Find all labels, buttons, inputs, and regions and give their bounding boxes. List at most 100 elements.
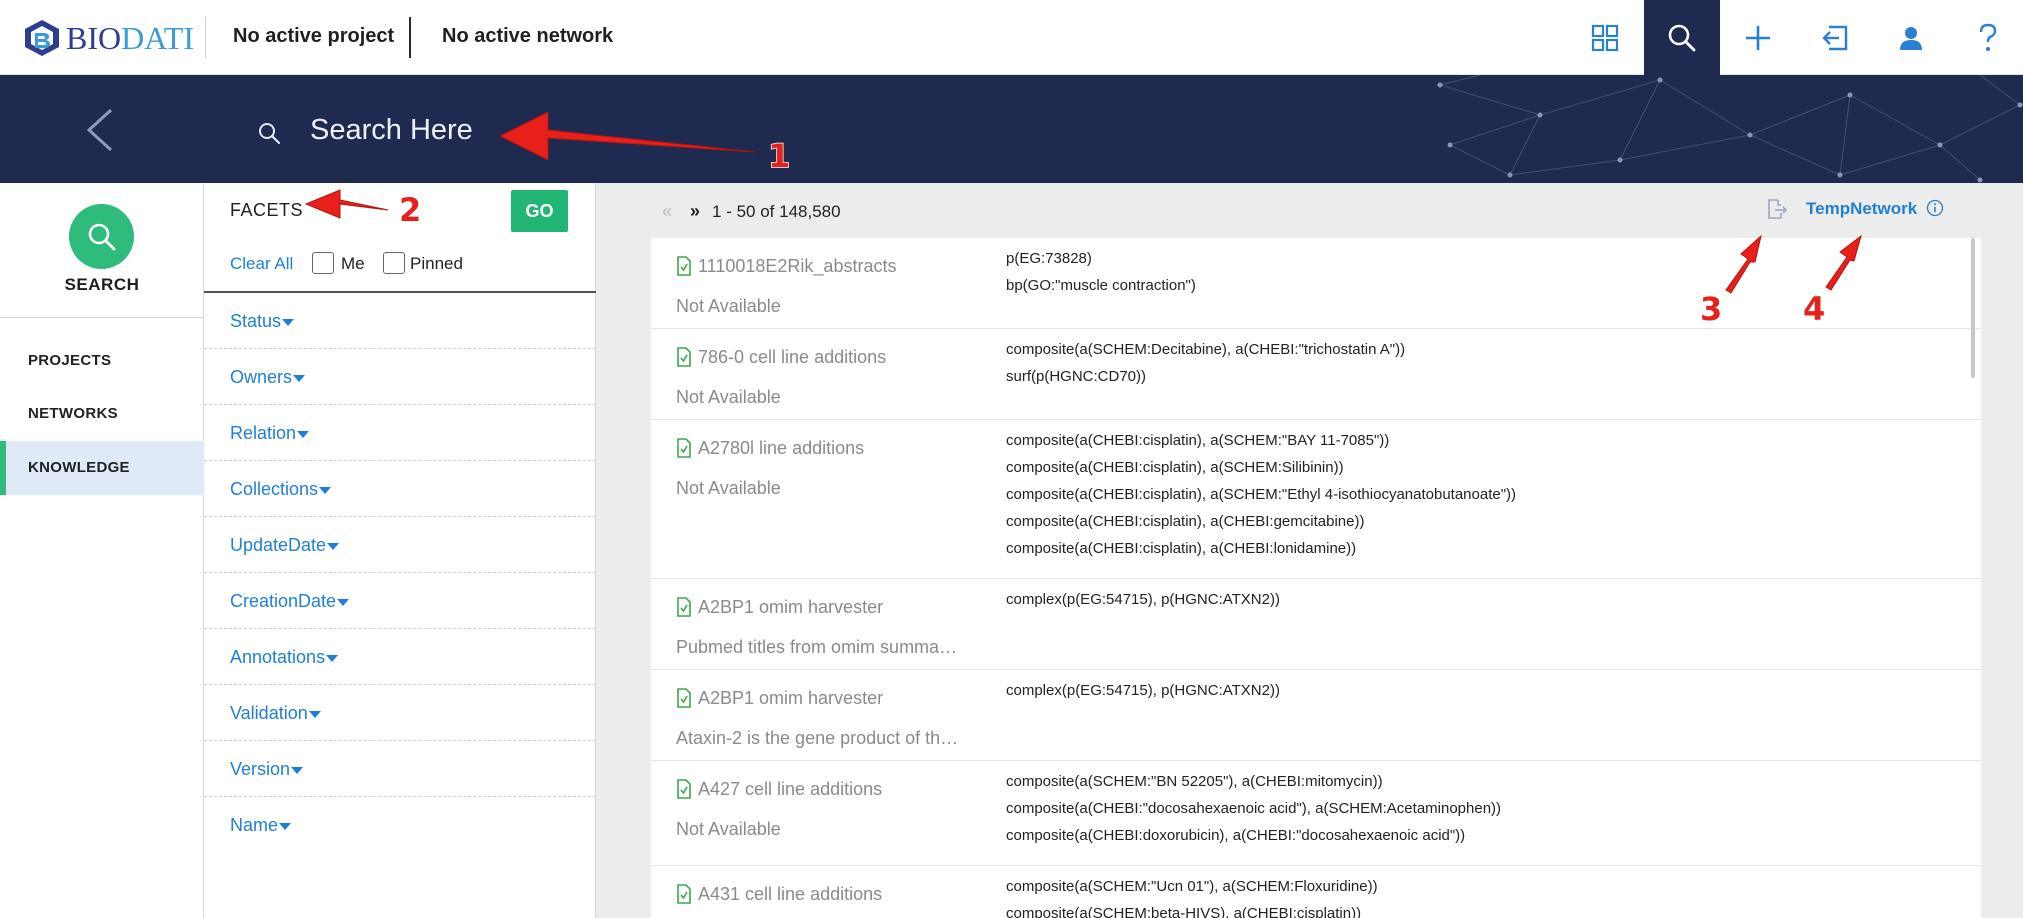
prev-page-button[interactable]: « bbox=[662, 201, 672, 221]
facet-row[interactable]: Name bbox=[204, 797, 596, 853]
search-input[interactable] bbox=[310, 105, 1010, 155]
facet-label[interactable]: Validation bbox=[230, 703, 308, 724]
divider bbox=[205, 17, 206, 58]
bel-statement: p(EG:73828) bbox=[1006, 250, 1092, 267]
nav-item-projects[interactable]: PROJECTS bbox=[0, 334, 204, 388]
result-description: Ataxin-2 is the gene product of th… bbox=[676, 728, 959, 748]
facet-row[interactable]: Annotations bbox=[204, 629, 596, 685]
results-panel: « » 1 - 50 of 148,580 TempNetwork 1110018E… bbox=[596, 183, 2023, 918]
clear-all-link[interactable]: Clear All bbox=[230, 254, 293, 274]
facet-row[interactable]: Collections bbox=[204, 461, 596, 517]
sign-in-icon bbox=[1822, 25, 1848, 50]
result-description: Not Available bbox=[676, 387, 781, 407]
result-row[interactable]: A2BP1 omim harvester Ataxin-2 is the gene… bbox=[651, 670, 1981, 761]
result-row[interactable]: A2780l line additions Not Available compos… bbox=[651, 420, 1981, 579]
result-description: Not Available bbox=[676, 478, 781, 498]
back-arrow-icon[interactable] bbox=[83, 106, 119, 154]
logo-text-dati: DATI bbox=[121, 19, 194, 56]
result-title[interactable]: A431 cell line additions bbox=[698, 884, 882, 905]
help-icon bbox=[1979, 23, 1997, 51]
document-check-icon bbox=[677, 884, 691, 904]
grid-icon bbox=[1591, 24, 1619, 51]
results-scrollbar[interactable] bbox=[1971, 238, 1975, 378]
search-nav-block[interactable]: SEARCH bbox=[0, 183, 204, 318]
facet-label[interactable]: Name bbox=[230, 815, 278, 836]
search-icon bbox=[1668, 24, 1696, 51]
apps-grid-button[interactable] bbox=[1567, 0, 1643, 75]
facet-row[interactable]: Status bbox=[204, 293, 596, 349]
result-row[interactable]: A431 cell line additionsNot Availablecom… bbox=[651, 866, 1981, 918]
bel-statement: composite(a(CHEBI:cisplatin), a(CHEBI:lo… bbox=[1006, 540, 1357, 557]
statement-list: composite(a(CHEBI:cisplatin), a(SCHEM:"B… bbox=[1006, 432, 1516, 567]
next-page-button[interactable]: » bbox=[690, 201, 700, 221]
result-title[interactable]: A2BP1 omim harvester bbox=[698, 597, 883, 618]
pagination: « » 1 - 50 of 148,580 bbox=[662, 201, 841, 222]
facet-label[interactable]: Version bbox=[230, 759, 290, 780]
facet-label[interactable]: Owners bbox=[230, 367, 292, 388]
divider bbox=[409, 17, 411, 58]
bel-statement: bp(GO:"muscle contraction") bbox=[1006, 277, 1196, 294]
facet-label[interactable]: Collections bbox=[230, 479, 318, 500]
result-row[interactable]: 1110018E2Rik_abstracts Not Available p(EG:… bbox=[651, 238, 1981, 329]
facet-row[interactable]: Relation bbox=[204, 405, 596, 461]
result-title[interactable]: 786-0 cell line additions bbox=[698, 347, 886, 368]
facet-row[interactable]: Version bbox=[204, 741, 596, 797]
facet-label[interactable]: Annotations bbox=[230, 647, 325, 668]
bel-statement: composite(a(CHEBI:cisplatin), a(SCHEM:"E… bbox=[1006, 486, 1517, 503]
statement-list: composite(a(SCHEM:Decitabine), a(CHEBI:"… bbox=[1006, 341, 1405, 395]
user-button[interactable] bbox=[1873, 0, 1949, 75]
bel-statement: composite(a(CHEBI:doxorubicin), a(CHEBI:… bbox=[1006, 827, 1466, 844]
caret-down-icon bbox=[279, 823, 291, 830]
export-icon[interactable] bbox=[1765, 197, 1789, 221]
nav-item-networks[interactable]: NETWORKS bbox=[0, 387, 204, 441]
help-button[interactable] bbox=[1950, 0, 2023, 75]
pinned-checkbox[interactable] bbox=[383, 252, 405, 274]
logo-text: BIODATI bbox=[66, 20, 194, 57]
facet-label[interactable]: Status bbox=[230, 311, 281, 332]
result-row[interactable]: A427 cell line additions Not Available com… bbox=[651, 761, 1981, 866]
caret-down-icon bbox=[337, 599, 349, 606]
facet-label[interactable]: UpdateDate bbox=[230, 535, 326, 556]
biodati-logo[interactable]: BIODATI bbox=[22, 12, 194, 64]
logo-text-bio: BIO bbox=[66, 19, 122, 56]
active-network-label[interactable]: No active network bbox=[442, 25, 613, 48]
result-title[interactable]: 1110018E2Rik_abstracts bbox=[698, 256, 896, 277]
caret-down-icon bbox=[291, 767, 303, 774]
active-project-label[interactable]: No active project bbox=[233, 25, 394, 48]
search-nav-button[interactable] bbox=[1644, 0, 1720, 75]
caret-down-icon bbox=[309, 711, 321, 718]
document-check-icon bbox=[677, 688, 691, 708]
result-description: Pubmed titles from omim summa… bbox=[676, 637, 958, 657]
bel-statement: composite(a(SCHEM:"BN 52205"), a(CHEBI:m… bbox=[1006, 773, 1383, 790]
result-title[interactable]: A427 cell line additions bbox=[698, 779, 882, 800]
facet-row[interactable]: UpdateDate bbox=[204, 517, 596, 573]
temp-network-link[interactable]: TempNetwork bbox=[1806, 199, 1917, 219]
me-checkbox[interactable] bbox=[312, 252, 334, 274]
bel-statement: composite(a(CHEBI:cisplatin), a(CHEBI:ge… bbox=[1006, 513, 1365, 530]
search-circle-button[interactable] bbox=[69, 204, 134, 269]
document-check-icon bbox=[677, 597, 691, 617]
results-list: 1110018E2Rik_abstracts Not Available p(EG:… bbox=[651, 238, 1981, 918]
caret-down-icon bbox=[293, 375, 305, 382]
facet-row[interactable]: CreationDate bbox=[204, 573, 596, 629]
facet-label[interactable]: Relation bbox=[230, 423, 296, 444]
result-title[interactable]: A2BP1 omim harvester bbox=[698, 688, 883, 709]
go-button[interactable]: GO bbox=[511, 190, 568, 232]
facet-filter-row: Clear All Me Pinned bbox=[204, 235, 596, 293]
result-row[interactable]: A2BP1 omim harvester Pubmed titles from o… bbox=[651, 579, 1981, 670]
facet-label[interactable]: CreationDate bbox=[230, 591, 336, 612]
result-row[interactable]: 786-0 cell line additions Not Available co… bbox=[651, 329, 1981, 420]
nav-item-knowledge[interactable]: KNOWLEDGE bbox=[0, 441, 204, 495]
search-icon bbox=[259, 123, 281, 145]
caret-down-icon bbox=[326, 655, 338, 662]
result-description: Not Available bbox=[676, 296, 781, 316]
facet-row[interactable]: Owners bbox=[204, 349, 596, 405]
bel-statement: complex(p(EG:54715), p(HGNC:ATXN2)) bbox=[1006, 591, 1280, 608]
add-button[interactable] bbox=[1720, 0, 1796, 75]
bel-statement: complex(p(EG:54715), p(HGNC:ATXN2)) bbox=[1006, 682, 1280, 699]
facet-row[interactable]: Validation bbox=[204, 685, 596, 741]
import-button[interactable] bbox=[1797, 0, 1873, 75]
result-title[interactable]: A2780l line additions bbox=[698, 438, 864, 459]
document-check-icon bbox=[677, 438, 691, 458]
info-icon[interactable] bbox=[1926, 199, 1944, 217]
